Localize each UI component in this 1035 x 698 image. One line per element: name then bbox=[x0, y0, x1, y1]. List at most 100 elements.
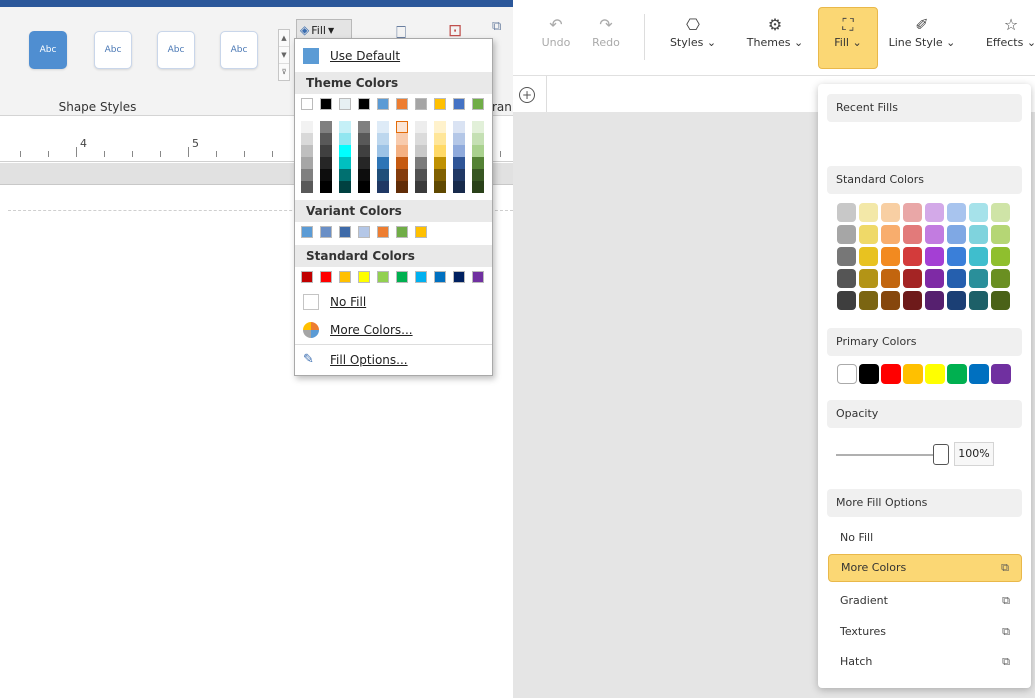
theme-shade-swatch[interactable] bbox=[415, 133, 427, 145]
theme-shade-swatch[interactable] bbox=[358, 145, 370, 157]
standard-color-swatch[interactable] bbox=[903, 247, 922, 266]
standard-color-swatch[interactable] bbox=[969, 247, 988, 266]
menu-item-use-default[interactable]: Use Default bbox=[295, 45, 492, 67]
theme-shade-swatch[interactable] bbox=[472, 145, 484, 157]
theme-shade-swatch[interactable] bbox=[453, 145, 465, 157]
theme-shade-swatch[interactable] bbox=[377, 181, 389, 193]
standard-color-swatch[interactable] bbox=[859, 225, 878, 244]
theme-shade-swatch[interactable] bbox=[377, 121, 389, 133]
theme-color-swatch[interactable] bbox=[415, 98, 427, 110]
theme-shade-swatch[interactable] bbox=[320, 157, 332, 169]
theme-shade-swatch[interactable] bbox=[396, 169, 408, 181]
theme-shade-swatch[interactable] bbox=[415, 121, 427, 133]
standard-color-swatch[interactable] bbox=[947, 225, 966, 244]
primary-color-swatch[interactable] bbox=[837, 364, 857, 384]
theme-shade-swatch[interactable] bbox=[358, 133, 370, 145]
theme-color-swatch[interactable] bbox=[396, 98, 408, 110]
standard-color-swatch[interactable] bbox=[859, 247, 878, 266]
standard-color-swatch[interactable] bbox=[859, 291, 878, 310]
theme-shade-swatch[interactable] bbox=[415, 145, 427, 157]
theme-shade-swatch[interactable] bbox=[301, 181, 313, 193]
standard-color-swatch[interactable] bbox=[472, 271, 484, 283]
theme-shade-swatch[interactable] bbox=[472, 133, 484, 145]
styles-button[interactable]: ⎔ Styles ⌄ bbox=[663, 14, 723, 49]
standard-color-swatch[interactable] bbox=[991, 247, 1010, 266]
opacity-slider-track[interactable] bbox=[836, 454, 940, 456]
standard-color-swatch[interactable] bbox=[881, 269, 900, 288]
standard-color-swatch[interactable] bbox=[881, 225, 900, 244]
standard-color-swatch[interactable] bbox=[947, 247, 966, 266]
theme-shade-swatch[interactable] bbox=[415, 181, 427, 193]
standard-color-swatch[interactable] bbox=[991, 203, 1010, 222]
theme-shade-swatch[interactable] bbox=[472, 157, 484, 169]
scroll-up-icon[interactable]: ▲ bbox=[279, 30, 289, 47]
variant-color-swatch[interactable] bbox=[396, 226, 408, 238]
theme-shade-swatch[interactable] bbox=[377, 169, 389, 181]
theme-shade-swatch[interactable] bbox=[453, 181, 465, 193]
variant-color-swatch[interactable] bbox=[301, 226, 313, 238]
theme-shade-swatch[interactable] bbox=[434, 121, 446, 133]
standard-color-swatch[interactable] bbox=[859, 203, 878, 222]
standard-color-swatch[interactable] bbox=[301, 271, 313, 283]
theme-color-swatch[interactable] bbox=[320, 98, 332, 110]
theme-shade-swatch[interactable] bbox=[415, 157, 427, 169]
theme-shade-swatch[interactable] bbox=[339, 181, 351, 193]
theme-shade-swatch[interactable] bbox=[472, 169, 484, 181]
theme-shade-swatch[interactable] bbox=[396, 145, 408, 157]
gallery-expand-icon[interactable]: ⊽ bbox=[279, 64, 289, 81]
no-fill-item[interactable]: No Fill bbox=[828, 524, 1022, 552]
standard-color-swatch[interactable] bbox=[991, 269, 1010, 288]
standard-color-swatch[interactable] bbox=[925, 291, 944, 310]
theme-shade-swatch[interactable] bbox=[320, 181, 332, 193]
redo-button[interactable]: ↷ Redo bbox=[589, 14, 623, 49]
theme-shade-swatch[interactable] bbox=[396, 157, 408, 169]
themes-button[interactable]: ⚙ Themes ⌄ bbox=[740, 14, 810, 49]
more-colors-item[interactable]: More Colors ⧉ bbox=[828, 554, 1022, 582]
theme-color-swatch[interactable] bbox=[301, 98, 313, 110]
theme-shade-swatch[interactable] bbox=[453, 157, 465, 169]
theme-shade-swatch[interactable] bbox=[453, 121, 465, 133]
undo-button[interactable]: ↶ Undo bbox=[539, 14, 573, 49]
variant-color-swatch[interactable] bbox=[358, 226, 370, 238]
theme-shade-swatch[interactable] bbox=[434, 157, 446, 169]
theme-shade-swatch[interactable] bbox=[301, 157, 313, 169]
theme-shade-swatch[interactable] bbox=[396, 181, 408, 193]
theme-shade-swatch[interactable] bbox=[320, 133, 332, 145]
add-tab-icon[interactable]: + bbox=[519, 87, 535, 103]
theme-shade-swatch[interactable] bbox=[339, 157, 351, 169]
standard-color-swatch[interactable] bbox=[837, 203, 856, 222]
theme-color-swatch[interactable] bbox=[339, 98, 351, 110]
standard-color-swatch[interactable] bbox=[969, 269, 988, 288]
standard-color-swatch[interactable] bbox=[991, 291, 1010, 310]
theme-shade-swatch[interactable] bbox=[377, 157, 389, 169]
menu-item-more-colors[interactable]: More Colors... bbox=[295, 318, 492, 342]
hatch-item[interactable]: Hatch ⧉ bbox=[828, 648, 1022, 676]
standard-color-swatch[interactable] bbox=[903, 203, 922, 222]
theme-shade-swatch[interactable] bbox=[358, 121, 370, 133]
theme-shade-swatch[interactable] bbox=[339, 121, 351, 133]
primary-color-swatch[interactable] bbox=[903, 364, 923, 384]
theme-shade-swatch[interactable] bbox=[395, 120, 409, 134]
shape-style-3-button[interactable]: Abc bbox=[157, 31, 195, 69]
theme-shade-swatch[interactable] bbox=[339, 133, 351, 145]
standard-color-swatch[interactable] bbox=[358, 271, 370, 283]
standard-color-swatch[interactable] bbox=[903, 225, 922, 244]
variant-color-swatch[interactable] bbox=[377, 226, 389, 238]
theme-shade-swatch[interactable] bbox=[472, 181, 484, 193]
theme-shade-swatch[interactable] bbox=[301, 133, 313, 145]
theme-shade-swatch[interactable] bbox=[377, 145, 389, 157]
standard-color-swatch[interactable] bbox=[837, 225, 856, 244]
menu-item-no-fill[interactable]: No Fill bbox=[295, 290, 492, 314]
variant-color-swatch[interactable] bbox=[320, 226, 332, 238]
standard-color-swatch[interactable] bbox=[453, 271, 465, 283]
primary-color-swatch[interactable] bbox=[925, 364, 945, 384]
primary-color-swatch[interactable] bbox=[947, 364, 967, 384]
standard-color-swatch[interactable] bbox=[859, 269, 878, 288]
theme-shade-swatch[interactable] bbox=[396, 133, 408, 145]
theme-shade-swatch[interactable] bbox=[301, 121, 313, 133]
theme-shade-swatch[interactable] bbox=[320, 121, 332, 133]
standard-color-swatch[interactable] bbox=[881, 291, 900, 310]
standard-color-swatch[interactable] bbox=[969, 225, 988, 244]
theme-shade-swatch[interactable] bbox=[434, 169, 446, 181]
standard-color-swatch[interactable] bbox=[947, 203, 966, 222]
